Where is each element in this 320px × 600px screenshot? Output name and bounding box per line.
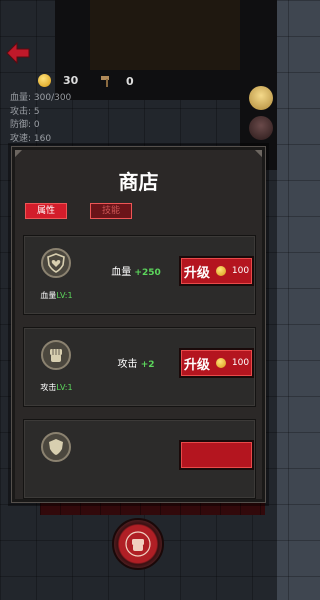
upgrade-defense-button[interactable] — [179, 440, 254, 470]
heart-shield-icon — [41, 248, 71, 278]
item-stat: 血量 +250 — [111, 267, 161, 278]
stat-defense: 防御: 0 — [10, 120, 40, 130]
attack-action-button[interactable] — [112, 518, 164, 570]
tab-attributes[interactable]: 属性 — [25, 203, 67, 219]
enemy-avatar[interactable] — [249, 116, 273, 140]
shop-item — [23, 419, 256, 499]
coin-counter: 30 — [38, 74, 78, 87]
shop-item: 攻击LV:1 攻击 +2 升级 100 — [23, 327, 256, 407]
item-stat: 攻击 +2 — [117, 359, 155, 370]
resource-count: 0 — [126, 74, 134, 88]
coin-icon — [215, 266, 226, 276]
shop-title: 商店 — [118, 170, 159, 194]
coin-count: 30 — [63, 74, 79, 87]
fist-icon — [41, 340, 71, 370]
fist-icon — [125, 531, 151, 557]
panel-corner — [15, 150, 23, 158]
resource-counter: 0 — [100, 74, 134, 88]
coin-icon — [215, 358, 226, 368]
panel-corner — [254, 150, 262, 158]
upgrade-attack-button[interactable]: 升级 100 — [179, 348, 254, 378]
item-level: 血量LV:1 — [40, 291, 73, 300]
back-arrow-icon[interactable] — [6, 42, 30, 64]
coin-icon — [38, 74, 51, 87]
stat-hp: 血量: 300/300 — [10, 93, 72, 103]
shield-icon — [41, 432, 71, 462]
player-stats: 血量: 300/300 攻击: 5 防御: 0 攻速: 160 — [10, 92, 71, 146]
upgrade-hp-button[interactable]: 升级 100 — [179, 256, 254, 286]
hammer-icon — [101, 76, 109, 87]
shop-panel: 商店 属性 技能 血量LV:1 血量 +250 升级 100 攻击LV:1 攻击… — [11, 146, 266, 503]
item-level: 攻击LV:1 — [40, 383, 73, 392]
stat-attack-speed: 攻速: 160 — [10, 133, 52, 144]
shop-item: 血量LV:1 血量 +250 升级 100 — [23, 235, 256, 315]
ally-avatar[interactable] — [249, 86, 273, 110]
tab-skills[interactable]: 技能 — [90, 203, 132, 219]
stat-attack: 攻击: 5 — [10, 106, 40, 117]
